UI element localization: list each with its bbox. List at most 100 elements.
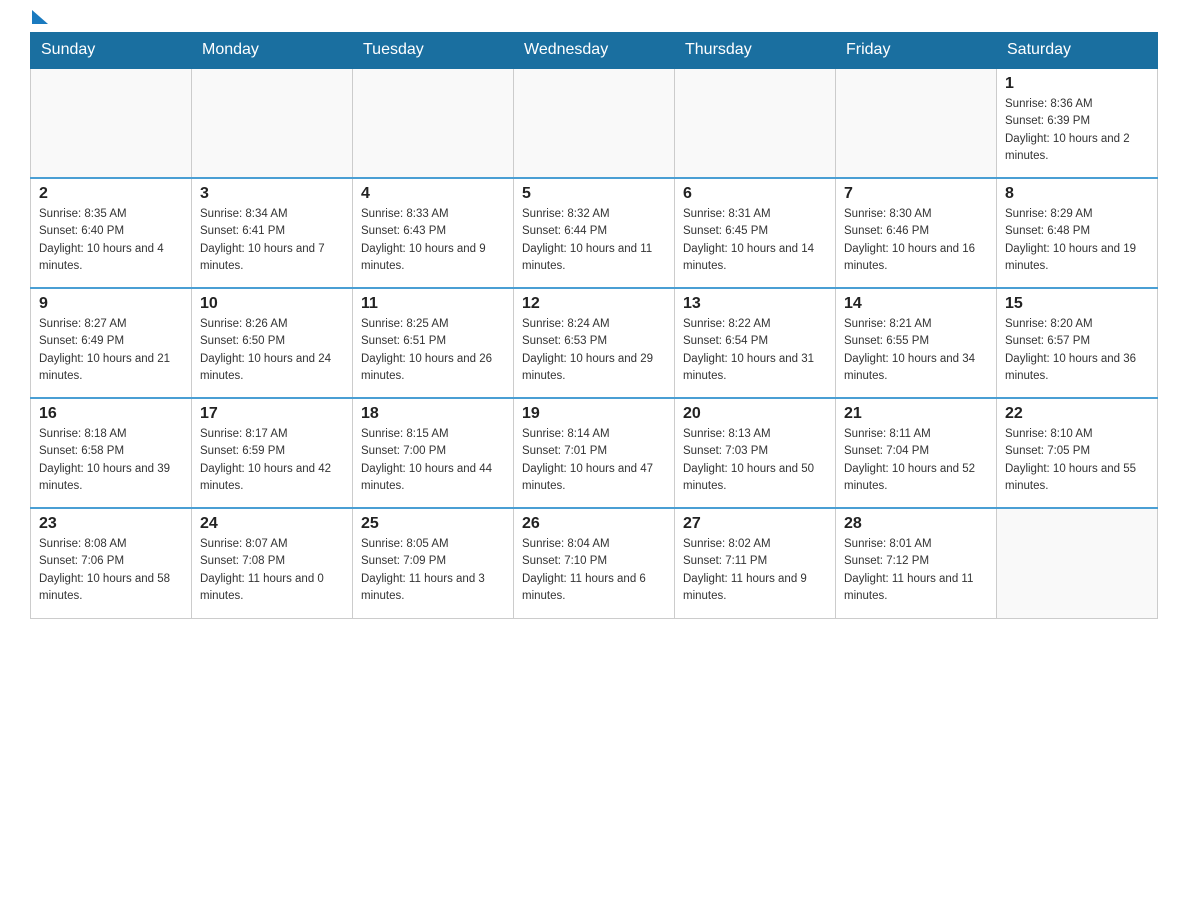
calendar-day-cell: 10 Sunrise: 8:26 AM Sunset: 6:50 PM Dayli… [192, 288, 353, 398]
day-info: Sunrise: 8:35 AM Sunset: 6:40 PM Dayligh… [39, 206, 183, 275]
day-number: 13 [683, 295, 827, 313]
day-info: Sunrise: 8:22 AM Sunset: 6:54 PM Dayligh… [683, 316, 827, 385]
day-info: Sunrise: 8:04 AM Sunset: 7:10 PM Dayligh… [522, 536, 666, 605]
calendar-day-header: Sunday [31, 33, 192, 69]
calendar-week-row: 2 Sunrise: 8:35 AM Sunset: 6:40 PM Daylig… [31, 178, 1158, 288]
day-number: 2 [39, 185, 183, 203]
day-info: Sunrise: 8:27 AM Sunset: 6:49 PM Dayligh… [39, 316, 183, 385]
day-number: 4 [361, 185, 505, 203]
day-number: 24 [200, 515, 344, 533]
calendar-day-header: Friday [836, 33, 997, 69]
calendar-day-cell: 21 Sunrise: 8:11 AM Sunset: 7:04 PM Dayli… [836, 398, 997, 508]
day-number: 16 [39, 405, 183, 423]
day-number: 7 [844, 185, 988, 203]
day-info: Sunrise: 8:26 AM Sunset: 6:50 PM Dayligh… [200, 316, 344, 385]
calendar-day-cell: 13 Sunrise: 8:22 AM Sunset: 6:54 PM Dayli… [675, 288, 836, 398]
calendar-day-cell [192, 68, 353, 178]
calendar-day-cell: 1 Sunrise: 8:36 AM Sunset: 6:39 PM Daylig… [997, 68, 1158, 178]
day-number: 11 [361, 295, 505, 313]
calendar-day-cell [675, 68, 836, 178]
day-info: Sunrise: 8:11 AM Sunset: 7:04 PM Dayligh… [844, 426, 988, 495]
calendar-day-header: Tuesday [353, 33, 514, 69]
logo-arrow-icon [32, 10, 48, 24]
day-number: 28 [844, 515, 988, 533]
calendar-day-cell: 19 Sunrise: 8:14 AM Sunset: 7:01 PM Dayli… [514, 398, 675, 508]
day-number: 19 [522, 405, 666, 423]
calendar-day-cell: 8 Sunrise: 8:29 AM Sunset: 6:48 PM Daylig… [997, 178, 1158, 288]
day-info: Sunrise: 8:36 AM Sunset: 6:39 PM Dayligh… [1005, 96, 1149, 165]
calendar-day-cell: 18Sunrise: 8:15 AM Sunset: 7:00 PM Dayli… [353, 398, 514, 508]
calendar-week-row: 1 Sunrise: 8:36 AM Sunset: 6:39 PM Daylig… [31, 68, 1158, 178]
day-info: Sunrise: 8:34 AM Sunset: 6:41 PM Dayligh… [200, 206, 344, 275]
calendar-day-cell [353, 68, 514, 178]
day-info: Sunrise: 8:33 AM Sunset: 6:43 PM Dayligh… [361, 206, 505, 275]
day-number: 5 [522, 185, 666, 203]
day-info: Sunrise: 8:01 AM Sunset: 7:12 PM Dayligh… [844, 536, 988, 605]
day-info: Sunrise: 8:07 AM Sunset: 7:08 PM Dayligh… [200, 536, 344, 605]
calendar-day-cell: 14 Sunrise: 8:21 AM Sunset: 6:55 PM Dayli… [836, 288, 997, 398]
calendar-week-row: 9 Sunrise: 8:27 AM Sunset: 6:49 PM Daylig… [31, 288, 1158, 398]
calendar-day-cell: 22 Sunrise: 8:10 AM Sunset: 7:05 PM Dayli… [997, 398, 1158, 508]
calendar-day-cell: 25Sunrise: 8:05 AM Sunset: 7:09 PM Dayli… [353, 508, 514, 618]
day-info: Sunrise: 8:30 AM Sunset: 6:46 PM Dayligh… [844, 206, 988, 275]
calendar-day-cell [997, 508, 1158, 618]
calendar-day-cell: 5 Sunrise: 8:32 AM Sunset: 6:44 PM Daylig… [514, 178, 675, 288]
calendar-day-cell: 17 Sunrise: 8:17 AM Sunset: 6:59 PM Dayli… [192, 398, 353, 508]
day-info: Sunrise: 8:21 AM Sunset: 6:55 PM Dayligh… [844, 316, 988, 385]
calendar-week-row: 16 Sunrise: 8:18 AM Sunset: 6:58 PM Dayli… [31, 398, 1158, 508]
day-info: Sunrise: 8:15 AM Sunset: 7:00 PM Dayligh… [361, 426, 505, 495]
calendar-day-cell: 11 Sunrise: 8:25 AM Sunset: 6:51 PM Dayli… [353, 288, 514, 398]
day-info: Sunrise: 8:29 AM Sunset: 6:48 PM Dayligh… [1005, 206, 1149, 275]
day-number: 3 [200, 185, 344, 203]
calendar-day-cell: 6Sunrise: 8:31 AM Sunset: 6:45 PM Daylig… [675, 178, 836, 288]
day-number: 20 [683, 405, 827, 423]
day-number: 15 [1005, 295, 1149, 313]
day-info: Sunrise: 8:20 AM Sunset: 6:57 PM Dayligh… [1005, 316, 1149, 385]
day-info: Sunrise: 8:10 AM Sunset: 7:05 PM Dayligh… [1005, 426, 1149, 495]
day-number: 14 [844, 295, 988, 313]
day-info: Sunrise: 8:08 AM Sunset: 7:06 PM Dayligh… [39, 536, 183, 605]
calendar-table: SundayMondayTuesdayWednesdayThursdayFrid… [30, 32, 1158, 619]
day-info: Sunrise: 8:24 AM Sunset: 6:53 PM Dayligh… [522, 316, 666, 385]
day-info: Sunrise: 8:14 AM Sunset: 7:01 PM Dayligh… [522, 426, 666, 495]
calendar-day-cell: 15 Sunrise: 8:20 AM Sunset: 6:57 PM Dayli… [997, 288, 1158, 398]
day-info: Sunrise: 8:17 AM Sunset: 6:59 PM Dayligh… [200, 426, 344, 495]
calendar-day-cell: 24 Sunrise: 8:07 AM Sunset: 7:08 PM Dayli… [192, 508, 353, 618]
day-number: 9 [39, 295, 183, 313]
calendar-week-row: 23 Sunrise: 8:08 AM Sunset: 7:06 PM Dayli… [31, 508, 1158, 618]
day-info: Sunrise: 8:02 AM Sunset: 7:11 PM Dayligh… [683, 536, 827, 605]
day-number: 21 [844, 405, 988, 423]
calendar-day-cell: 28 Sunrise: 8:01 AM Sunset: 7:12 PM Dayli… [836, 508, 997, 618]
day-number: 22 [1005, 405, 1149, 423]
calendar-day-cell [514, 68, 675, 178]
day-info: Sunrise: 8:18 AM Sunset: 6:58 PM Dayligh… [39, 426, 183, 495]
calendar-day-header: Thursday [675, 33, 836, 69]
day-number: 12 [522, 295, 666, 313]
day-number: 1 [1005, 75, 1149, 93]
day-info: Sunrise: 8:25 AM Sunset: 6:51 PM Dayligh… [361, 316, 505, 385]
calendar-header-row: SundayMondayTuesdayWednesdayThursdayFrid… [31, 33, 1158, 69]
calendar-day-cell: 7 Sunrise: 8:30 AM Sunset: 6:46 PM Daylig… [836, 178, 997, 288]
calendar-day-cell: 26 Sunrise: 8:04 AM Sunset: 7:10 PM Dayli… [514, 508, 675, 618]
calendar-day-cell [31, 68, 192, 178]
calendar-day-cell: 3 Sunrise: 8:34 AM Sunset: 6:41 PM Daylig… [192, 178, 353, 288]
calendar-day-header: Saturday [997, 33, 1158, 69]
calendar-day-cell: 12 Sunrise: 8:24 AM Sunset: 6:53 PM Dayli… [514, 288, 675, 398]
calendar-day-cell [836, 68, 997, 178]
day-number: 27 [683, 515, 827, 533]
calendar-day-cell: 4 Sunrise: 8:33 AM Sunset: 6:43 PM Daylig… [353, 178, 514, 288]
day-number: 17 [200, 405, 344, 423]
day-number: 10 [200, 295, 344, 313]
day-number: 23 [39, 515, 183, 533]
day-info: Sunrise: 8:13 AM Sunset: 7:03 PM Dayligh… [683, 426, 827, 495]
page-header [30, 20, 1158, 22]
calendar-day-header: Wednesday [514, 33, 675, 69]
calendar-day-cell: 9 Sunrise: 8:27 AM Sunset: 6:49 PM Daylig… [31, 288, 192, 398]
calendar-day-header: Monday [192, 33, 353, 69]
day-number: 26 [522, 515, 666, 533]
day-number: 8 [1005, 185, 1149, 203]
calendar-day-cell: 23 Sunrise: 8:08 AM Sunset: 7:06 PM Dayli… [31, 508, 192, 618]
calendar-day-cell: 16 Sunrise: 8:18 AM Sunset: 6:58 PM Dayli… [31, 398, 192, 508]
calendar-day-cell: 2 Sunrise: 8:35 AM Sunset: 6:40 PM Daylig… [31, 178, 192, 288]
day-info: Sunrise: 8:32 AM Sunset: 6:44 PM Dayligh… [522, 206, 666, 275]
